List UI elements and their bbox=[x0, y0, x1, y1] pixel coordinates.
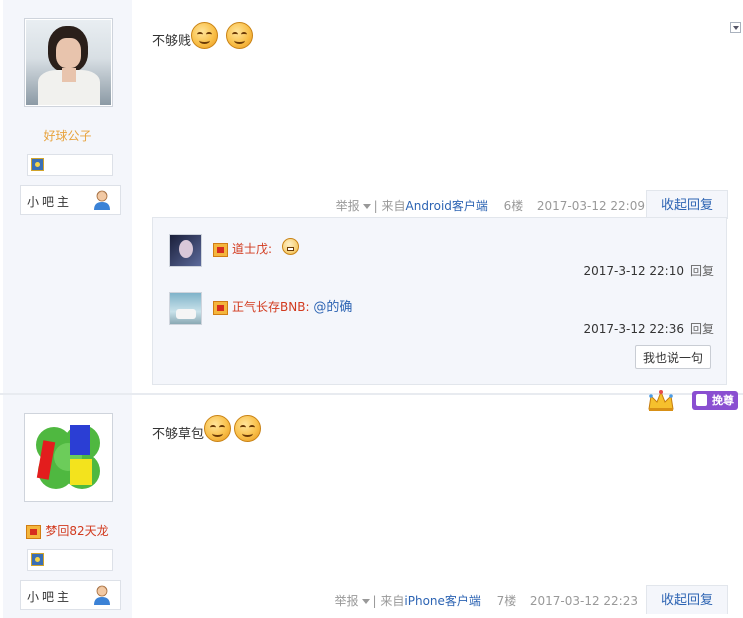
collapse-replies-button[interactable]: 收起回复 bbox=[646, 585, 728, 614]
role-badge: 小吧主 bbox=[20, 185, 121, 215]
floor-number: 7楼 bbox=[496, 594, 517, 608]
person-icon bbox=[94, 190, 110, 210]
reply-time: 2017-3-12 22:36 bbox=[583, 322, 684, 336]
post-floor-6: 好球公子 小吧主 不够贱 举报 | 来自Android客户端 6楼 2017-03… bbox=[0, 0, 743, 393]
reply-button[interactable]: 回复 bbox=[690, 322, 714, 336]
author-username[interactable]: 梦回82天龙 bbox=[3, 522, 132, 539]
reply-item: 正气长存BNB: @的确 2017-3-12 22:36 回复 bbox=[169, 292, 714, 346]
client-source-link[interactable]: Android客户端 bbox=[406, 199, 488, 213]
reply-avatar[interactable] bbox=[169, 292, 202, 325]
reply-button[interactable]: 回复 bbox=[690, 264, 714, 278]
clover-logo-icon bbox=[36, 425, 100, 489]
mention-link[interactable]: @的确 bbox=[313, 300, 352, 315]
reply-time: 2017-3-12 22:10 bbox=[583, 264, 684, 278]
report-dropdown-icon[interactable] bbox=[362, 203, 371, 209]
reply-username[interactable]: 道士戊: bbox=[232, 242, 272, 256]
level-badge-icon bbox=[31, 158, 44, 171]
post-content: 不够贱 bbox=[152, 22, 254, 49]
reply-list: 道士戊: 2017-3-12 22:10 回复 正气长存BNB: @的确 2017… bbox=[152, 217, 727, 385]
reply-avatar[interactable] bbox=[169, 234, 202, 267]
post-tail: 举报 | 来自iPhone客户端 7楼 2017-03-12 22:23 bbox=[335, 592, 638, 609]
author-avatar[interactable] bbox=[24, 413, 113, 502]
source-prefix: | 来自 bbox=[372, 594, 405, 608]
author-sidebar: 梦回82天龙 小吧主 bbox=[3, 395, 132, 618]
person-icon bbox=[94, 585, 110, 605]
reply-item: 道士戊: 2017-3-12 22:10 回复 bbox=[169, 234, 714, 288]
vip-icon bbox=[213, 300, 228, 315]
author-username[interactable]: 好球公子 bbox=[3, 127, 132, 144]
post-time: 2017-03-12 22:09 bbox=[536, 199, 645, 213]
reply-text: 正气长存BNB: @的确 bbox=[213, 296, 352, 315]
add-reply-button[interactable]: 我也说一句 bbox=[635, 345, 711, 369]
client-source-link[interactable]: iPhone客户端 bbox=[404, 594, 481, 608]
reply-text: 道士戊: bbox=[213, 238, 299, 257]
author-avatar[interactable] bbox=[24, 18, 113, 107]
author-sidebar: 好球公子 小吧主 bbox=[3, 0, 132, 393]
reply-username[interactable]: 正气长存BNB: bbox=[232, 300, 310, 314]
smiley-icon bbox=[234, 415, 262, 442]
level-badge[interactable] bbox=[27, 154, 113, 176]
role-label: 小吧主 bbox=[27, 195, 73, 209]
smiley-icon bbox=[204, 415, 232, 442]
collapse-replies-button[interactable]: 收起回复 bbox=[646, 190, 728, 219]
source-prefix: | 来自 bbox=[373, 199, 406, 213]
post-text: 不够草包 bbox=[152, 427, 205, 442]
reply-meta: 2017-3-12 22:10 回复 bbox=[583, 262, 714, 279]
reply-meta: 2017-3-12 22:36 回复 bbox=[583, 320, 714, 337]
grimace-emoji-icon bbox=[281, 238, 299, 255]
smiley-icon bbox=[226, 22, 254, 49]
level-badge-icon bbox=[31, 553, 44, 566]
post-tail: 举报 | 来自Android客户端 6楼 2017-03-12 22:09 bbox=[336, 197, 645, 214]
post-floor-7: 梦回82天龙 小吧主 不够草包 举报 | 来自iPhone客户端 7楼 2017-… bbox=[0, 395, 743, 618]
post-content: 不够草包 bbox=[152, 415, 262, 442]
level-badge[interactable] bbox=[27, 549, 113, 571]
vip-icon bbox=[213, 242, 228, 257]
post-text: 不够贱 bbox=[152, 34, 192, 49]
floor-number: 6楼 bbox=[503, 199, 524, 213]
role-badge: 小吧主 bbox=[20, 580, 121, 610]
smiley-icon bbox=[191, 22, 219, 49]
vip-icon bbox=[26, 524, 42, 539]
report-link[interactable]: 举报 bbox=[336, 199, 360, 213]
report-link[interactable]: 举报 bbox=[335, 594, 359, 608]
report-dropdown-icon[interactable] bbox=[361, 598, 370, 604]
post-time: 2017-03-12 22:23 bbox=[529, 594, 638, 608]
role-label: 小吧主 bbox=[27, 590, 73, 604]
